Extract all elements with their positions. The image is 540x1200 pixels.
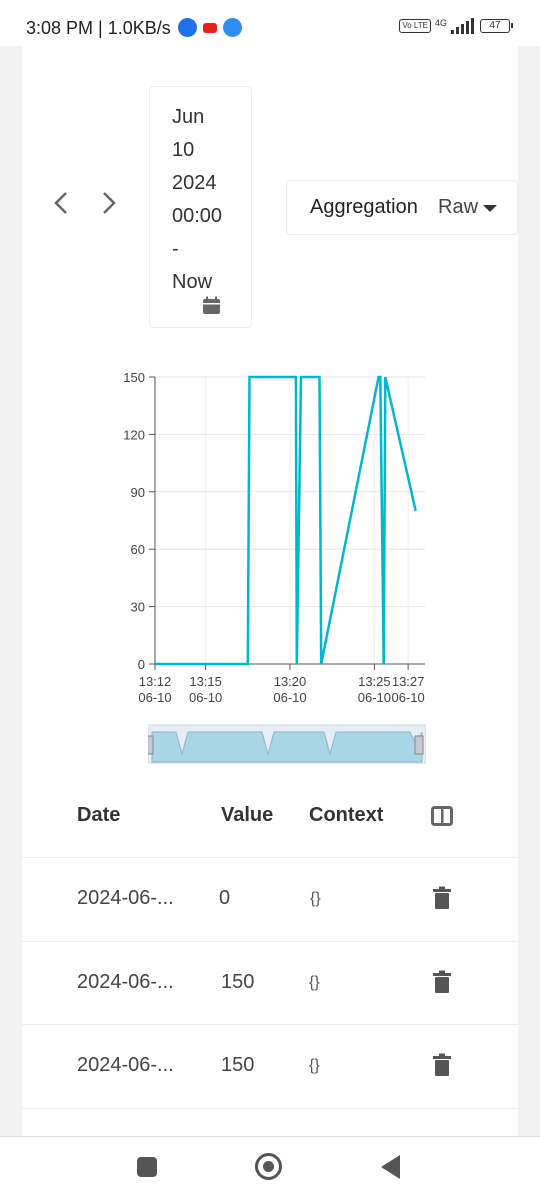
status-time: 3:08 PM | 1.0KB/s bbox=[26, 18, 171, 38]
trash-icon[interactable] bbox=[432, 886, 452, 910]
line-chart[interactable]: 150120906030013:1206-1013:1506-1013:2006… bbox=[100, 360, 440, 710]
aggregation-value: Raw bbox=[438, 196, 479, 218]
cell-date: 2024-06-... bbox=[77, 971, 174, 993]
x-tick-label: 13:27 bbox=[392, 674, 425, 689]
x-tick-label: 06-10 bbox=[392, 690, 425, 705]
table-row[interactable]: 2024-06-... 150 {} bbox=[22, 1024, 518, 1108]
cell-context: {} bbox=[310, 890, 321, 907]
table-row[interactable]: 2024-06-... 150 {} bbox=[22, 941, 518, 1025]
header-value[interactable]: Value bbox=[221, 804, 273, 827]
x-tick-label: 13:25 bbox=[358, 674, 391, 689]
y-tick-label: 0 bbox=[138, 657, 145, 672]
date-range-picker[interactable]: Jun 10 2024 00:00 - Now bbox=[149, 86, 252, 328]
prev-period-button[interactable] bbox=[53, 190, 69, 221]
date-range-text: Jun 10 2024 00:00 - Now bbox=[172, 101, 222, 299]
aggregation-select[interactable]: Aggregation Raw bbox=[286, 180, 518, 235]
date-year: 2024 bbox=[172, 172, 217, 194]
recents-icon[interactable] bbox=[137, 1157, 157, 1177]
chevron-left-icon bbox=[54, 192, 67, 214]
volte-badge: Vo LTE bbox=[399, 19, 431, 33]
header-context[interactable]: Context bbox=[309, 804, 383, 827]
x-tick-label: 06-10 bbox=[273, 690, 306, 705]
status-app-icons bbox=[178, 18, 242, 37]
next-period-button[interactable] bbox=[101, 190, 117, 221]
cell-date: 2024-06-... bbox=[77, 1054, 174, 1076]
home-icon[interactable] bbox=[255, 1153, 282, 1180]
y-tick-label: 60 bbox=[131, 542, 145, 557]
date-time: 00:00 bbox=[172, 205, 223, 227]
back-icon[interactable] bbox=[381, 1155, 400, 1179]
y-tick-label: 90 bbox=[131, 485, 145, 500]
upload-icon bbox=[223, 18, 242, 37]
android-nav-bar bbox=[0, 1136, 540, 1200]
data-zoom-slider[interactable] bbox=[148, 724, 426, 764]
x-tick-label: 13:20 bbox=[274, 674, 307, 689]
chevron-right-icon bbox=[103, 192, 116, 214]
x-tick-label: 13:12 bbox=[139, 674, 172, 689]
calendar-icon[interactable] bbox=[202, 296, 221, 315]
status-right: Vo LTE 4G 47 bbox=[399, 18, 513, 34]
header-date[interactable]: Date bbox=[77, 804, 120, 827]
left-gutter bbox=[0, 46, 22, 1136]
status-bar: 3:08 PM | 1.0KB/s Vo LTE 4G 47 bbox=[0, 0, 540, 46]
table-row-partial bbox=[22, 1108, 518, 1136]
x-tick-label: 06-10 bbox=[138, 690, 171, 705]
columns-icon[interactable] bbox=[431, 806, 453, 826]
cell-context: {} bbox=[309, 974, 320, 991]
slider-right-handle[interactable] bbox=[414, 735, 424, 755]
x-tick-label: 13:15 bbox=[189, 674, 222, 689]
right-gutter bbox=[518, 46, 540, 1136]
cell-value: 150 bbox=[221, 971, 255, 993]
cell-context: {} bbox=[309, 1057, 320, 1074]
network-type: 4G bbox=[434, 18, 447, 28]
date-month: Jun bbox=[172, 106, 205, 128]
slider-preview bbox=[151, 731, 423, 763]
aggregation-label: Aggregation bbox=[310, 196, 418, 218]
x-tick-label: 06-10 bbox=[189, 690, 222, 705]
y-tick-label: 150 bbox=[123, 370, 145, 385]
date-end: Now bbox=[172, 271, 213, 293]
y-tick-label: 120 bbox=[123, 427, 145, 442]
cell-value: 150 bbox=[221, 1054, 255, 1076]
battery-icon: 47 bbox=[480, 19, 513, 33]
date-day: 10 bbox=[172, 139, 195, 161]
table-row[interactable]: 2024-06-... 0 {} bbox=[22, 857, 518, 941]
x-tick-label: 06-10 bbox=[358, 690, 391, 705]
slider-left-handle[interactable] bbox=[148, 735, 154, 755]
date-separator: - bbox=[172, 238, 179, 260]
y-tick-label: 30 bbox=[131, 600, 145, 615]
trash-icon[interactable] bbox=[432, 1053, 452, 1077]
cell-value: 0 bbox=[219, 887, 231, 909]
youtube-icon bbox=[203, 23, 217, 33]
caret-down-icon bbox=[483, 205, 497, 212]
phone-app-icon bbox=[178, 18, 197, 37]
signal-icon bbox=[451, 18, 474, 34]
series-line bbox=[155, 375, 417, 666]
cell-date: 2024-06-... bbox=[77, 887, 174, 909]
trash-icon[interactable] bbox=[432, 970, 452, 994]
